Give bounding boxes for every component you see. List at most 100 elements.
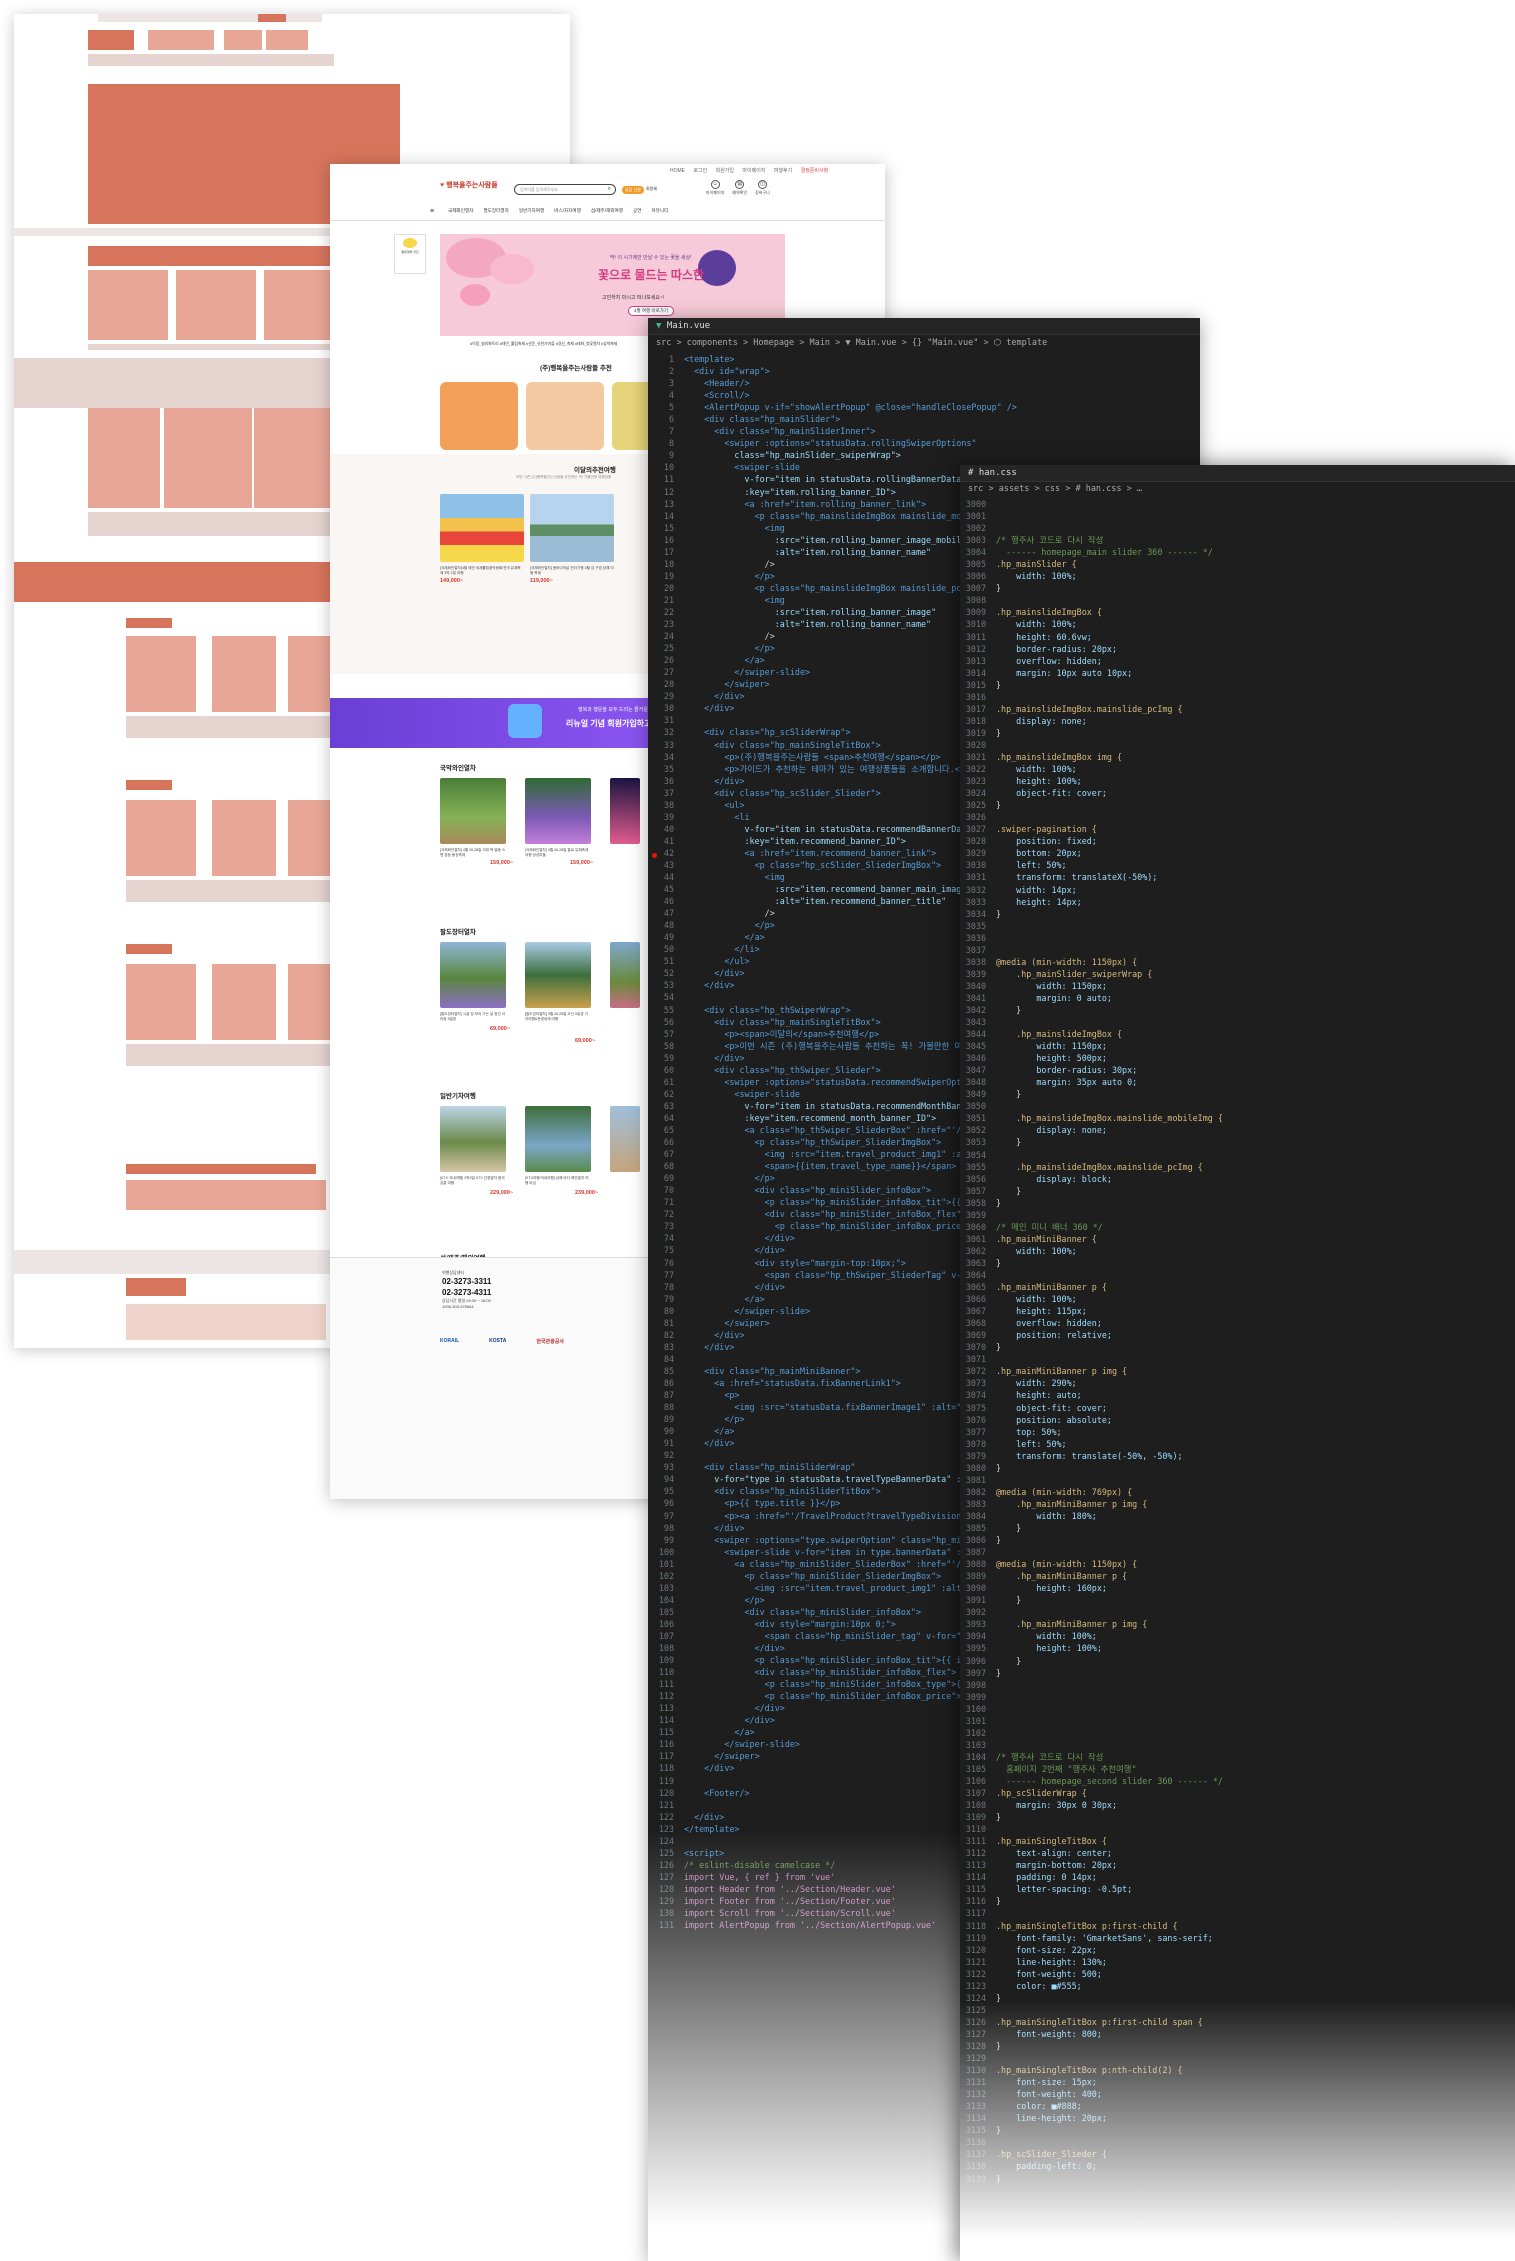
reservation-button[interactable]: ▤ 예약확인 — [732, 180, 747, 196]
recommend-card[interactable] — [526, 382, 604, 450]
code-line[interactable]: 3020 — [960, 739, 1515, 751]
product-title[interactable]: [팔도장터열차] 4월 26,28일 오산 5일장 기차여행&문경새재 여행 — [525, 1012, 591, 1021]
editor-tab-main-vue[interactable]: ▼ Main.vue — [648, 318, 1200, 335]
code-line[interactable]: 3005 .hp_mainSlider { — [960, 558, 1515, 570]
code-line[interactable]: 3066 width: 100%; — [960, 1293, 1515, 1305]
code-line[interactable]: 3067 height: 115px; — [960, 1305, 1515, 1317]
code-line[interactable]: 3111 .hp_mainSingleTitBox { — [960, 1835, 1515, 1847]
code-line[interactable]: 3090 height: 160px; — [960, 1582, 1515, 1594]
code-line[interactable]: 3099 — [960, 1691, 1515, 1703]
code-line[interactable]: 3056 display: block; — [960, 1173, 1515, 1185]
code-line[interactable]: 3123 color: ■#555; — [960, 1980, 1515, 1992]
code-line[interactable]: 3117 — [960, 1907, 1515, 1919]
code-line[interactable]: 3000 — [960, 498, 1515, 510]
code-line[interactable]: 3059 — [960, 1209, 1515, 1221]
code-line[interactable]: 3095 height: 100%; — [960, 1642, 1515, 1654]
menu-item-wine-train[interactable]: 국제화인열차 — [448, 208, 473, 215]
product-title[interactable]: [KTX 국내여행] 2박3일 KTX 관광열차 봄의 강릉 여행 — [440, 1176, 506, 1185]
code-line[interactable]: 3065 .hp_mainMiniBanner p { — [960, 1281, 1515, 1293]
product-photo[interactable] — [525, 1106, 591, 1172]
product-photo[interactable] — [610, 778, 640, 844]
search-icon[interactable]: ⌕ — [608, 186, 611, 193]
mypage-button[interactable]: ☺ 마이페이지 — [706, 180, 724, 196]
site-search-input[interactable]: 검색어를 입력해주세요. ⌕ — [514, 184, 616, 195]
member-benefit-link[interactable]: 회원혜 — [646, 186, 657, 192]
code-line[interactable]: 9 class="hp_mainSlider_swiperWrap"> — [648, 449, 1200, 461]
code-line[interactable]: 3070} — [960, 1341, 1515, 1353]
code-line[interactable]: 3116} — [960, 1895, 1515, 1907]
code-line[interactable]: 3062 width: 100%; — [960, 1245, 1515, 1257]
code-line[interactable]: 3089 .hp_mainMiniBanner p { — [960, 1570, 1515, 1582]
code-line[interactable]: 3008 — [960, 594, 1515, 606]
code-line[interactable]: 3069 position: relative; — [960, 1329, 1515, 1341]
menu-item-train-trip[interactable]: 일반기차여행 — [519, 208, 544, 215]
code-line[interactable]: 3055 .hp_mainslideImgBox.mainslide_pcImg… — [960, 1161, 1515, 1173]
code-line[interactable]: 3016 — [960, 691, 1515, 703]
code-line[interactable]: 3113 margin-bottom: 20px; — [960, 1859, 1515, 1871]
code-line[interactable]: 3072 .hp_mainMiniBanner p img { — [960, 1365, 1515, 1377]
code-line[interactable]: 3027 .swiper-pagination { — [960, 823, 1515, 835]
code-line[interactable]: 3023 height: 100%; — [960, 775, 1515, 787]
code-line[interactable]: 3038 @media (min-width: 1150px) { — [960, 956, 1515, 968]
topnav-signup[interactable]: 회원가입 — [716, 168, 734, 174]
code-line[interactable]: 3088 @media (min-width: 1150px) { — [960, 1558, 1515, 1570]
code-line[interactable]: 3036 — [960, 932, 1515, 944]
product-photo[interactable] — [440, 778, 506, 844]
code-line[interactable]: 3108 margin: 30px 0 30px; — [960, 1799, 1515, 1811]
product-photo[interactable] — [525, 778, 591, 844]
code-line[interactable]: 3040 width: 1150px; — [960, 980, 1515, 992]
editor-tab-han-css[interactable]: # han.css — [960, 465, 1515, 482]
hamburger-icon[interactable]: ≡ — [430, 208, 434, 215]
recommend-card[interactable] — [440, 382, 518, 450]
code-line[interactable]: 3014 margin: 10px auto 10px; — [960, 667, 1515, 679]
topnav-mypage[interactable]: 마이페이지 — [742, 168, 765, 174]
code-line[interactable]: 3081 — [960, 1474, 1515, 1486]
code-line[interactable]: 3085 } — [960, 1522, 1515, 1534]
code-line[interactable]: 3096 } — [960, 1655, 1515, 1667]
code-line[interactable]: 3107 .hp_scSliderWrap { — [960, 1787, 1515, 1799]
topnav-home[interactable]: HOME — [670, 168, 685, 174]
code-line[interactable]: 3057 } — [960, 1185, 1515, 1197]
code-line[interactable]: 3022 width: 100%; — [960, 763, 1515, 775]
code-line[interactable]: 3115 letter-spacing: -0.5pt; — [960, 1883, 1515, 1895]
product-photo[interactable] — [440, 942, 506, 1008]
code-line[interactable]: 3077 top: 50%; — [960, 1426, 1515, 1438]
code-line[interactable]: 4 <Scroll/> — [648, 389, 1200, 401]
code-line[interactable]: 3043 — [960, 1016, 1515, 1028]
code-line[interactable]: 3025} — [960, 799, 1515, 811]
product-photo[interactable] — [525, 942, 591, 1008]
code-line[interactable]: 5 <AlertPopup v-if="showAlertPopup" @clo… — [648, 401, 1200, 413]
code-line[interactable]: 3039 .hp_mainSlider_swiperWrap { — [960, 968, 1515, 980]
code-line[interactable]: 3058} — [960, 1197, 1515, 1209]
code-line[interactable]: 3092 — [960, 1606, 1515, 1618]
code-line[interactable]: 3003 /* 행주사 코드로 다시 작성 — [960, 534, 1515, 546]
code-line[interactable]: 3032 width: 14px; — [960, 884, 1515, 896]
code-line[interactable]: 3091 } — [960, 1594, 1515, 1606]
cart-button[interactable]: ◫ 장바구니 — [755, 180, 770, 196]
code-line[interactable]: 3047 border-radius: 30px; — [960, 1064, 1515, 1076]
code-line[interactable]: 3007} — [960, 582, 1515, 594]
code-line[interactable]: 1 <template> — [648, 353, 1200, 365]
code-line[interactable]: 3100 — [960, 1703, 1515, 1715]
code-line[interactable]: 3046 height: 500px; — [960, 1052, 1515, 1064]
code-line[interactable]: 3104 /* 행주사 코드로 다시 작성 — [960, 1751, 1515, 1763]
code-line[interactable]: 3021 .hp_mainslideImgBox img { — [960, 751, 1515, 763]
code-line[interactable]: 3044 .hp_mainslideImgBox { — [960, 1028, 1515, 1040]
menu-item-market-train[interactable]: 팔도장터열차 — [483, 208, 508, 215]
code-line[interactable]: 3006 width: 100%; — [960, 570, 1515, 582]
code-line[interactable]: 2 <div id="wrap"> — [648, 365, 1200, 377]
code-line[interactable]: 3063} — [960, 1257, 1515, 1269]
code-line[interactable]: 3079 transform: translate(-50%, -50%); — [960, 1450, 1515, 1462]
code-line[interactable]: 3080} — [960, 1462, 1515, 1474]
product-photo[interactable] — [440, 494, 524, 562]
code-line[interactable]: 3082 @media (min-width: 769px) { — [960, 1486, 1515, 1498]
code-line[interactable]: 3017 .hp_mainslideImgBox.mainslide_pcImg … — [960, 703, 1515, 715]
product-photo[interactable] — [610, 1106, 640, 1172]
code-line[interactable]: 3004 ------ homepage_main slider 360 ---… — [960, 546, 1515, 558]
product-photo[interactable] — [440, 1106, 506, 1172]
code-line[interactable]: 3087 — [960, 1546, 1515, 1558]
code-line[interactable]: 3019} — [960, 727, 1515, 739]
code-line[interactable]: 8 <swiper :options="statusData.rollingSw… — [648, 437, 1200, 449]
code-line[interactable]: 3118 .hp_mainSingleTitBox p:first-child { — [960, 1920, 1515, 1932]
code-line[interactable]: 3093 .hp_mainMiniBanner p img { — [960, 1618, 1515, 1630]
